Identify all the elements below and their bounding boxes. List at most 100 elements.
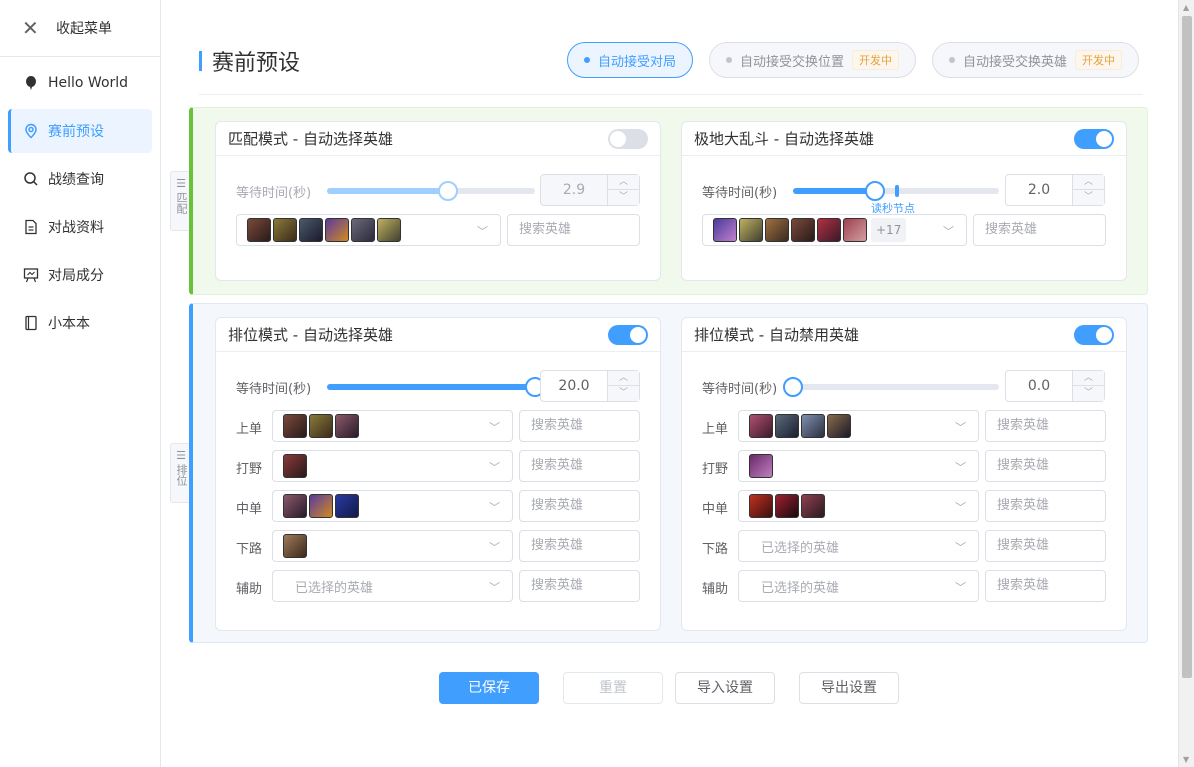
rank-group: 排位模式 - 自动选择英雄 等待时间(秒) 20.0 ︿ ﹀ 上单 ﹀ 搜索英雄… <box>189 303 1148 643</box>
champion-select[interactable]: ﹀ <box>236 214 501 246</box>
bottom-ban-select[interactable]: 已选择的英雄 ﹀ <box>738 530 979 562</box>
chevron-down-icon: ﹀ <box>955 421 966 434</box>
champion-select[interactable]: +17 ﹀ <box>702 214 967 246</box>
bottom-champion-select[interactable]: ﹀ <box>272 530 513 562</box>
search-champion-input[interactable]: 搜索英雄 <box>519 450 640 482</box>
role-row-mid: 中单 <box>236 498 262 517</box>
scroll-up-icon[interactable]: ▲ <box>1183 3 1189 12</box>
role-label: 打野 <box>236 462 263 477</box>
reset-button[interactable]: 重置 <box>563 672 663 704</box>
number-spinner: ︿ ﹀ <box>1072 371 1104 401</box>
notebook-icon <box>22 314 40 332</box>
rank-pick-card: 排位模式 - 自动选择英雄 等待时间(秒) 20.0 ︿ ﹀ 上单 ﹀ 搜索英雄… <box>215 317 661 631</box>
scrollbar-thumb[interactable] <box>1182 16 1192 678</box>
champion-avatar <box>309 494 333 518</box>
vertical-scrollbar[interactable]: ▲ ▼ <box>1178 0 1194 767</box>
selected-champions <box>283 494 361 518</box>
sidebar-item-pregame-preset[interactable]: 赛前预设 <box>8 109 152 153</box>
selected-champions <box>283 454 309 478</box>
sidebar-item-notebook[interactable]: 小本本 <box>8 301 152 345</box>
search-champion-input[interactable]: 搜索英雄 <box>973 214 1106 246</box>
support-champion-select[interactable]: 已选择的英雄 ﹀ <box>272 570 513 602</box>
support-ban-select[interactable]: 已选择的英雄 ﹀ <box>738 570 979 602</box>
slider-knob[interactable] <box>438 181 458 201</box>
wait-number-input[interactable]: 20.0 ︿ ﹀ <box>540 370 640 402</box>
role-row-mid: 中单 <box>702 498 728 517</box>
sidebar-item-game-composition[interactable]: 对局成分 <box>8 253 152 297</box>
wait-slider[interactable] <box>327 377 545 397</box>
role-label: 上单 <box>702 422 729 437</box>
slider-knob[interactable] <box>865 181 885 201</box>
wait-value: 2.0 <box>1027 182 1051 198</box>
wait-number-input[interactable]: 2.9 ︿ ﹀ <box>540 174 640 206</box>
import-settings-button[interactable]: 导入设置 <box>675 672 775 704</box>
auto-accept-swap-position-toggle[interactable]: 自动接受交换位置 开发中 <box>709 42 916 78</box>
decrease-icon[interactable]: ﹀ <box>1073 190 1104 205</box>
sidebar-item-label: Hello World <box>48 75 129 91</box>
slider-fill <box>327 188 448 194</box>
role-label: 中单 <box>236 502 263 517</box>
wait-slider[interactable] <box>793 181 999 201</box>
selected-champions: +17 <box>713 218 907 242</box>
header-divider <box>199 94 1143 95</box>
search-champion-input[interactable]: 搜索英雄 <box>507 214 640 246</box>
increase-icon[interactable]: ︿ <box>1073 371 1104 386</box>
chevron-down-icon: ﹀ <box>489 421 500 434</box>
card-title: 排位模式 - 自动禁用英雄 <box>694 326 859 344</box>
wait-slider[interactable] <box>327 181 535 201</box>
top-champion-select[interactable]: ﹀ <box>272 410 513 442</box>
search-champion-input[interactable]: 搜索英雄 <box>519 530 640 562</box>
jungle-ban-select[interactable]: ﹀ <box>738 450 979 482</box>
handle-label: 匹配 <box>175 192 188 214</box>
auto-accept-match-toggle[interactable]: 自动接受对局 <box>567 42 693 78</box>
role-row-jungle: 打野 <box>236 458 262 477</box>
search-champion-input[interactable]: 搜索英雄 <box>985 490 1106 522</box>
card-header: 排位模式 - 自动选择英雄 <box>216 318 660 352</box>
aram-pick-card: 极地大乱斗 - 自动选择英雄 等待时间(秒) 读秒节点 2.0 ︿ ﹀ +17 … <box>681 121 1127 281</box>
chevron-down-icon: ﹀ <box>489 461 500 474</box>
increase-icon[interactable]: ︿ <box>1073 175 1104 190</box>
chevron-down-icon: ﹀ <box>489 541 500 554</box>
chevron-down-icon: ﹀ <box>955 501 966 514</box>
save-button[interactable]: 已保存 <box>439 672 539 704</box>
rank-ban-card: 排位模式 - 自动禁用英雄 等待时间(秒) 0.0 ︿ ﹀ 上单 ﹀ 搜索英雄 … <box>681 317 1127 631</box>
role-row-jungle: 打野 <box>702 458 728 477</box>
slider-knob[interactable] <box>783 377 803 397</box>
export-settings-button[interactable]: 导出设置 <box>799 672 899 704</box>
sidebar-item-hello-world[interactable]: Hello World <box>8 61 152 105</box>
collapse-menu-button[interactable]: ✕ 收起菜单 <box>0 0 160 57</box>
search-champion-input[interactable]: 搜索英雄 <box>985 530 1106 562</box>
card-title: 匹配模式 - 自动选择英雄 <box>228 130 393 148</box>
decrease-icon[interactable]: ﹀ <box>1073 386 1104 401</box>
role-row-top: 上单 <box>702 418 728 437</box>
wait-slider[interactable] <box>783 377 999 397</box>
wait-number-input[interactable]: 2.0 ︿ ﹀ <box>1005 174 1105 206</box>
auto-accept-swap-champion-toggle[interactable]: 自动接受交换英雄 开发中 <box>932 42 1139 78</box>
top-ban-select[interactable]: ﹀ <box>738 410 979 442</box>
aram-pick-switch[interactable] <box>1074 128 1114 149</box>
sidebar-item-battle-data[interactable]: 对战资料 <box>8 205 152 249</box>
search-champion-input[interactable]: 搜索英雄 <box>519 490 640 522</box>
scroll-down-icon[interactable]: ▼ <box>1183 755 1189 764</box>
search-champion-input[interactable]: 搜索英雄 <box>985 570 1106 602</box>
champion-avatar <box>283 494 307 518</box>
increase-icon[interactable]: ︿ <box>608 175 639 190</box>
drag-handle-icon: ☰ <box>176 177 186 190</box>
mid-champion-select[interactable]: ﹀ <box>272 490 513 522</box>
search-champion-input[interactable]: 搜索英雄 <box>519 410 640 442</box>
mid-ban-select[interactable]: ﹀ <box>738 490 979 522</box>
decrease-icon[interactable]: ﹀ <box>608 386 639 401</box>
decrease-icon[interactable]: ﹀ <box>608 190 639 205</box>
sidebar-item-label: 小本本 <box>48 316 90 332</box>
rank-pick-switch[interactable] <box>608 324 648 345</box>
increase-icon[interactable]: ︿ <box>608 371 639 386</box>
wait-number-input[interactable]: 0.0 ︿ ﹀ <box>1005 370 1105 402</box>
search-champion-input[interactable]: 搜索英雄 <box>985 410 1106 442</box>
rank-ban-switch[interactable] <box>1074 324 1114 345</box>
jungle-champion-select[interactable]: ﹀ <box>272 450 513 482</box>
search-champion-input[interactable]: 搜索英雄 <box>985 450 1106 482</box>
sidebar-item-match-history[interactable]: 战绩查询 <box>8 157 152 201</box>
search-champion-input[interactable]: 搜索英雄 <box>519 570 640 602</box>
selected-champions <box>283 414 361 438</box>
normal-pick-switch[interactable] <box>608 128 648 149</box>
